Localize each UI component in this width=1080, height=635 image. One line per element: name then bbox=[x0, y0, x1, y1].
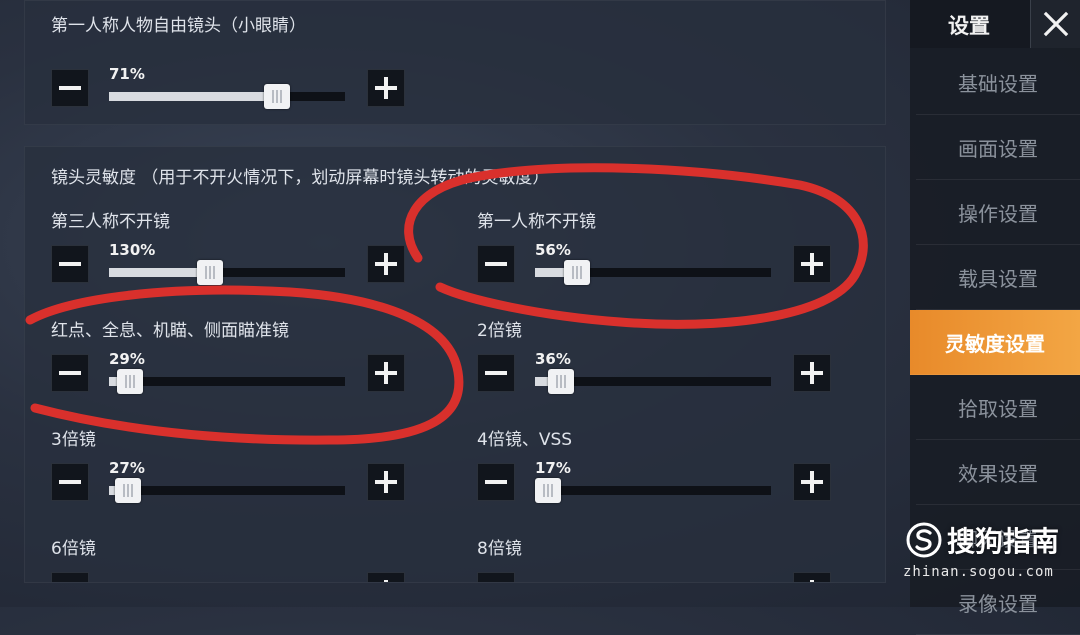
slider-handle[interactable] bbox=[547, 369, 574, 394]
sidebar-header: 设置 bbox=[910, 0, 1080, 48]
control-label: 4倍镜、VSS bbox=[477, 430, 573, 450]
control-label: 3倍镜 bbox=[51, 430, 96, 450]
increase-button[interactable] bbox=[793, 572, 831, 582]
sidebar-item-label: 画面设置 bbox=[958, 136, 1038, 161]
decrease-button[interactable] bbox=[51, 354, 89, 392]
slider-track[interactable] bbox=[109, 478, 345, 503]
sidebar-item[interactable]: 载具设置 bbox=[916, 245, 1080, 310]
slider-track[interactable] bbox=[535, 260, 771, 285]
decrease-button[interactable] bbox=[51, 463, 89, 501]
settings-sidebar: 设置 基础设置 画面设置 操作设置 载具设置 灵敏度设置 拾取设置 效果设置 聊天设置 录像设置 bbox=[910, 0, 1080, 635]
increase-button[interactable] bbox=[793, 245, 831, 283]
slider-track[interactable] bbox=[109, 369, 345, 394]
close-button[interactable] bbox=[1030, 0, 1080, 48]
decrease-button[interactable] bbox=[477, 245, 515, 283]
control-label: 8倍镜 bbox=[477, 539, 522, 559]
slider-track[interactable] bbox=[535, 478, 771, 503]
control-label: 2倍镜 bbox=[477, 321, 522, 341]
slider-handle[interactable] bbox=[197, 260, 224, 285]
decrease-button[interactable] bbox=[51, 69, 89, 107]
percent-label: 36% bbox=[535, 350, 571, 368]
first-person-free-look-section: 第一人称人物自由镜头（小眼睛） 71% bbox=[24, 0, 886, 125]
sidebar-item-label: 基础设置 bbox=[958, 71, 1038, 96]
increase-button[interactable] bbox=[367, 463, 405, 501]
slider-handle[interactable] bbox=[117, 369, 144, 394]
sidebar-title: 设置 bbox=[948, 14, 990, 38]
sidebar-item-label: 效果设置 bbox=[958, 461, 1038, 486]
slider-fill bbox=[109, 92, 277, 101]
sidebar-item[interactable]: 拾取设置 bbox=[916, 375, 1080, 440]
control-label: 6倍镜 bbox=[51, 539, 96, 559]
camera-sensitivity-section: 镜头灵敏度 （用于不开火情况下，划动屏幕时镜头转动的灵敏度） 第三人称不开镜 13… bbox=[24, 146, 886, 583]
sidebar-item[interactable]: 操作设置 bbox=[916, 180, 1080, 245]
percent-label: 71% bbox=[109, 65, 145, 83]
slider-handle[interactable] bbox=[263, 84, 290, 109]
decrease-button[interactable] bbox=[51, 245, 89, 283]
increase-button[interactable] bbox=[367, 245, 405, 283]
close-icon bbox=[1043, 11, 1069, 37]
percent-label: 56% bbox=[535, 241, 571, 259]
increase-button[interactable] bbox=[367, 354, 405, 392]
sidebar-item-label: 灵敏度设置 bbox=[945, 331, 1045, 356]
slider-handle[interactable] bbox=[114, 478, 141, 503]
sogou-logo-icon bbox=[906, 522, 942, 558]
increase-button[interactable] bbox=[367, 572, 405, 582]
slider-fill bbox=[109, 268, 211, 277]
control-label: 红点、全息、机瞄、侧面瞄准镜 bbox=[51, 321, 289, 341]
watermark-logo: 搜狗指南 bbox=[905, 520, 1059, 560]
sidebar-item[interactable]: 基础设置 bbox=[916, 50, 1080, 115]
sidebar-item[interactable]: 灵敏度设置 bbox=[910, 310, 1080, 375]
slider-handle[interactable] bbox=[564, 260, 591, 285]
increase-button[interactable] bbox=[793, 463, 831, 501]
sidebar-item[interactable]: 效果设置 bbox=[916, 440, 1080, 505]
slider-track[interactable] bbox=[109, 260, 345, 285]
section-title: 第一人称人物自由镜头（小眼睛） bbox=[51, 16, 306, 36]
increase-button[interactable] bbox=[367, 69, 405, 107]
slider-handle[interactable] bbox=[535, 478, 561, 503]
watermark-url: zhinan.sogou.com bbox=[903, 564, 1054, 580]
decrease-button[interactable] bbox=[477, 354, 515, 392]
percent-label: 27% bbox=[109, 459, 145, 477]
watermark-brand: 搜狗指南 bbox=[947, 525, 1060, 558]
slider-track[interactable] bbox=[535, 369, 771, 394]
increase-button[interactable] bbox=[793, 354, 831, 392]
sidebar-item-label: 录像设置 bbox=[958, 591, 1038, 616]
decrease-button[interactable] bbox=[477, 572, 515, 582]
sidebar-item-label: 载具设置 bbox=[958, 266, 1038, 291]
percent-label: 29% bbox=[109, 350, 145, 368]
control-label: 第三人称不开镜 bbox=[51, 212, 170, 232]
decrease-button[interactable] bbox=[51, 572, 89, 582]
sidebar-item-label: 操作设置 bbox=[958, 201, 1038, 226]
percent-label: 130% bbox=[109, 241, 156, 259]
control-label: 第一人称不开镜 bbox=[477, 212, 596, 232]
sidebar-item[interactable]: 画面设置 bbox=[916, 115, 1080, 180]
section-title: 镜头灵敏度 （用于不开火情况下，划动屏幕时镜头转动的灵敏度） bbox=[51, 168, 550, 188]
slider-track[interactable] bbox=[109, 84, 345, 109]
decrease-button[interactable] bbox=[477, 463, 515, 501]
percent-label: 17% bbox=[535, 459, 571, 477]
sidebar-item-label: 拾取设置 bbox=[958, 396, 1038, 421]
